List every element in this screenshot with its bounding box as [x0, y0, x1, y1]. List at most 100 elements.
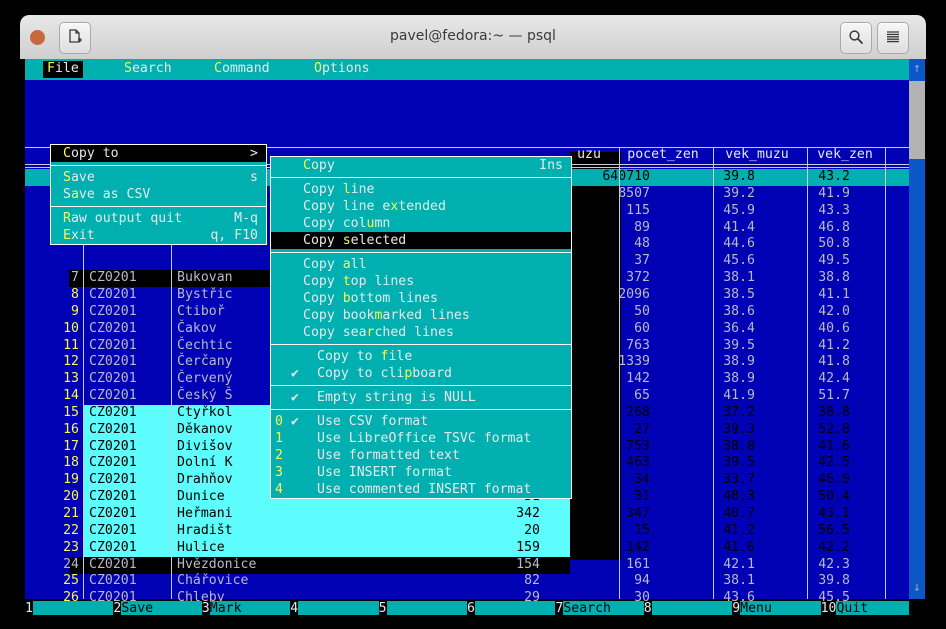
table-row[interactable]: 22CZ0201Hradišt201541.256.5 — [25, 523, 909, 540]
cell-code: CZ0201 — [89, 304, 165, 320]
menu-item[interactable]: Copy bookmarked lines — [271, 307, 571, 324]
scroll-down-arrow[interactable]: ↓ — [909, 580, 925, 597]
menu-item[interactable]: Copy top lines — [271, 273, 571, 290]
function-key-5[interactable]: 5 — [379, 601, 467, 615]
copy-submenu-dropdown[interactable]: Copy Ins Copy lineCopy line extendedCopy c… — [270, 156, 572, 499]
cell-pocet-zen: 142 — [550, 540, 650, 556]
cell-name: Hvězdonice — [177, 557, 327, 573]
terminal-window: pavel@fedora:~ — psql 31664071039.843.28… — [20, 15, 926, 615]
column-header-uzu[interactable]: uzu — [565, 147, 613, 164]
menu-item[interactable]: Copy all — [271, 256, 571, 273]
cell-pocet-zen: 161 — [550, 557, 650, 573]
menu-item[interactable]: 2 Use formatted text — [271, 447, 571, 464]
cell-vek-muzu: 42.1 — [665, 557, 755, 573]
cell-code: CZ0201 — [89, 439, 165, 455]
function-key-10[interactable]: 10Quit — [821, 601, 909, 615]
menu-item[interactable]: ✔Empty string is NULL — [271, 389, 571, 406]
column-header-vek-zen[interactable]: vek_zen — [806, 147, 884, 164]
grid-column-separator — [619, 147, 620, 599]
function-key-7[interactable]: 7Search — [555, 601, 643, 615]
menu-item[interactable]: Raw output quitM-q — [51, 210, 266, 227]
menu-item-checkmark — [291, 430, 299, 447]
menu-item[interactable]: Copy column — [271, 215, 571, 232]
menu-item[interactable]: Copy to file — [271, 348, 571, 365]
table-row[interactable]: 21CZ0201Heřmani34234740.743.1 — [25, 506, 909, 523]
function-key-1[interactable]: 1 — [25, 601, 113, 615]
row-number: 19 — [25, 472, 79, 488]
cell-vek-muzu: 48.3 — [665, 489, 755, 505]
scroll-up-arrow[interactable]: ↑ — [909, 61, 925, 78]
function-key-label: Mark — [210, 601, 242, 615]
menubar-item-label: earch — [132, 61, 172, 76]
function-key-9[interactable]: 9Menu — [732, 601, 820, 615]
function-key-3[interactable]: 3Mark — [202, 601, 290, 615]
function-key-8[interactable]: 8 — [644, 601, 732, 615]
cell-vek-muzu: 41.2 — [665, 523, 755, 539]
row-number: 15 — [25, 405, 79, 421]
grid-column-separator — [807, 147, 808, 599]
terminal-content: 31664071039.843.2875850739.241.910811545… — [20, 59, 926, 615]
menu-item[interactable]: ✔ Copy to clipboard — [271, 365, 571, 382]
function-key-number: 5 — [379, 601, 387, 615]
menu-item-checkmark: ✔ — [291, 389, 299, 406]
cell-pocet-muzu: 159 — [480, 540, 540, 556]
function-key-2[interactable]: 2Save — [113, 601, 201, 615]
vertical-scrollbar[interactable]: ↑ ↓ — [909, 59, 925, 599]
menubar-item-ptions[interactable]: Options — [310, 61, 374, 78]
scrollbar-thumb[interactable] — [909, 81, 925, 159]
menu-item[interactable]: Save as CSV — [51, 186, 266, 203]
menu-item[interactable]: Copy bottom lines — [271, 290, 571, 307]
hamburger-menu-icon — [884, 28, 902, 46]
menu-item-label: Copy to clipboard — [317, 366, 452, 381]
menu-item[interactable]: Copy line extended — [271, 198, 571, 215]
cell-code: CZ0201 — [89, 287, 165, 303]
menu-separator — [271, 177, 571, 178]
menu-item[interactable]: 1 Use LibreOffice TSVC format — [271, 430, 571, 447]
cell-vek-muzu: 39.8 — [665, 169, 755, 185]
row-number: 14 — [25, 388, 79, 404]
menubar-item-ile[interactable]: File — [43, 61, 83, 78]
menu-item[interactable]: Copy line — [271, 181, 571, 198]
cell-vek-muzu: 38.6 — [665, 304, 755, 320]
menu-item[interactable]: 3 Use INSERT format — [271, 464, 571, 481]
menu-bar[interactable]: File Search Command Options — [25, 59, 909, 80]
menu-item[interactable]: Copy to> — [51, 145, 266, 162]
titlebar-menu-button[interactable] — [877, 22, 909, 54]
menu-item[interactable]: 0✔Use CSV format — [271, 413, 571, 430]
file-menu-dropdown[interactable]: Copy to> SavesSave as CSV Raw output quitM… — [50, 144, 267, 245]
menu-item-label: Copy all — [303, 257, 367, 272]
table-row[interactable]: 25CZ0201Chářovice829438.139.8 — [25, 573, 909, 590]
table-row[interactable]: 23CZ0201Hulice15914241.642.2 — [25, 540, 909, 557]
menu-item-label: Copy line extended — [303, 199, 446, 214]
function-key-4[interactable]: 4 — [290, 601, 378, 615]
cell-vek-muzu: 38.5 — [665, 287, 755, 303]
function-key-6[interactable]: 6 — [467, 601, 555, 615]
menu-item-label: Copy — [303, 158, 335, 173]
menu-item-number: 4 — [275, 481, 283, 498]
cell-code: CZ0201 — [89, 573, 165, 589]
column-header-pocet-zen[interactable]: pocet_zen — [618, 147, 708, 164]
menubar-item-earch[interactable]: Search — [120, 61, 176, 78]
menu-item-shortcut: Ins — [539, 157, 563, 174]
menu-item[interactable]: Saves — [51, 169, 266, 186]
grid-column-separator — [885, 147, 886, 599]
function-key-label: Save — [121, 601, 153, 615]
table-row[interactable]: 24CZ0201Hvězdonice15416142.142.3 — [25, 557, 909, 574]
cell-name: Heřmani — [177, 506, 327, 522]
titlebar-search-button[interactable] — [840, 22, 872, 54]
cell-code: CZ0201 — [89, 405, 165, 421]
menubar-item-ommand[interactable]: Command — [210, 61, 274, 78]
menu-item-checkmark: ✔ — [291, 365, 299, 382]
menu-item[interactable]: Exitq, F10 — [51, 227, 266, 244]
row-number: 8 — [25, 287, 79, 303]
function-key-number: 1 — [25, 601, 33, 615]
menu-item[interactable]: Copy selected — [271, 232, 571, 249]
cell-vek-muzu: 38.9 — [665, 354, 755, 370]
function-key-bar[interactable]: 1 2Save3Mark45 67Search89Menu10Quit — [25, 601, 909, 615]
row-number: 22 — [25, 523, 79, 539]
menu-item[interactable]: 4 Use commented INSERT format — [271, 481, 571, 498]
menu-item[interactable]: Copy searched lines — [271, 324, 571, 341]
row-number: 7 — [25, 270, 79, 286]
menu-item[interactable]: Copy Ins — [271, 157, 571, 174]
column-header-vek-muzu[interactable]: vek_muzu — [712, 147, 802, 164]
